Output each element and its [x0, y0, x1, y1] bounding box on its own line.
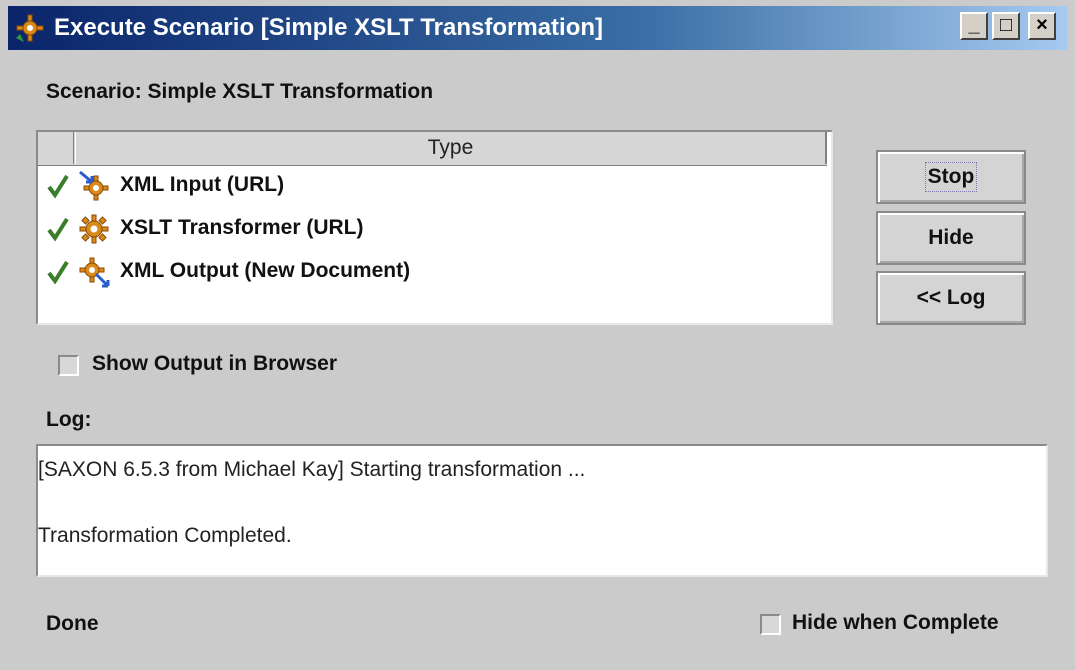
execute-scenario-dialog: Execute Scenario [Simple XSLT Transforma… [0, 0, 1075, 670]
steps-table: Type XML Input (URL) XSLT Transformer (U… [36, 130, 833, 325]
type-column-header[interactable]: Type [75, 132, 827, 164]
xslt-transformer-icon [79, 214, 109, 244]
checkmark-icon [47, 217, 69, 242]
gear-icon [16, 14, 44, 42]
checkmark-icon [47, 174, 69, 199]
stop-button[interactable]: Stop [876, 150, 1026, 204]
window-title: Execute Scenario [Simple XSLT Transforma… [54, 14, 604, 41]
log-label: Log: [46, 408, 92, 431]
row-label: XSLT Transformer (URL) [120, 216, 364, 239]
hide-when-complete-label: Hide when Complete [792, 611, 999, 634]
status-column-header[interactable] [38, 132, 74, 164]
show-output-in-browser-label: Show Output in Browser [92, 352, 337, 375]
xml-input-icon [79, 170, 109, 201]
row-label: XML Output (New Document) [120, 259, 411, 282]
toggle-log-button[interactable]: << Log [876, 271, 1026, 325]
hide-when-complete-checkbox[interactable] [760, 614, 781, 635]
xml-output-icon [79, 257, 110, 288]
status-text: Done [46, 612, 99, 635]
hide-button[interactable]: Hide [876, 211, 1026, 265]
table-row[interactable]: XML Output (New Document) [38, 253, 827, 295]
row-label: XML Input (URL) [120, 173, 285, 196]
table-header: Type [38, 132, 827, 166]
stop-button-label: Stop [924, 162, 978, 192]
minimize-button[interactable]: _ [960, 12, 988, 40]
log-line: [SAXON 6.5.3 from Michael Kay] Starting … [38, 458, 586, 481]
show-output-in-browser-checkbox[interactable] [58, 355, 79, 376]
table-row[interactable]: XML Input (URL) [38, 167, 827, 209]
checkmark-icon [47, 260, 69, 285]
close-button[interactable]: × [1028, 12, 1056, 40]
log-output[interactable]: [SAXON 6.5.3 from Michael Kay] Starting … [36, 444, 1048, 577]
scenario-label: Scenario: Simple XSLT Transformation [46, 80, 434, 103]
title-bar[interactable]: Execute Scenario [Simple XSLT Transforma… [8, 6, 1067, 50]
maximize-button[interactable]: □ [992, 12, 1020, 40]
log-line: Transformation Completed. [38, 524, 292, 547]
table-row[interactable]: XSLT Transformer (URL) [38, 210, 827, 252]
